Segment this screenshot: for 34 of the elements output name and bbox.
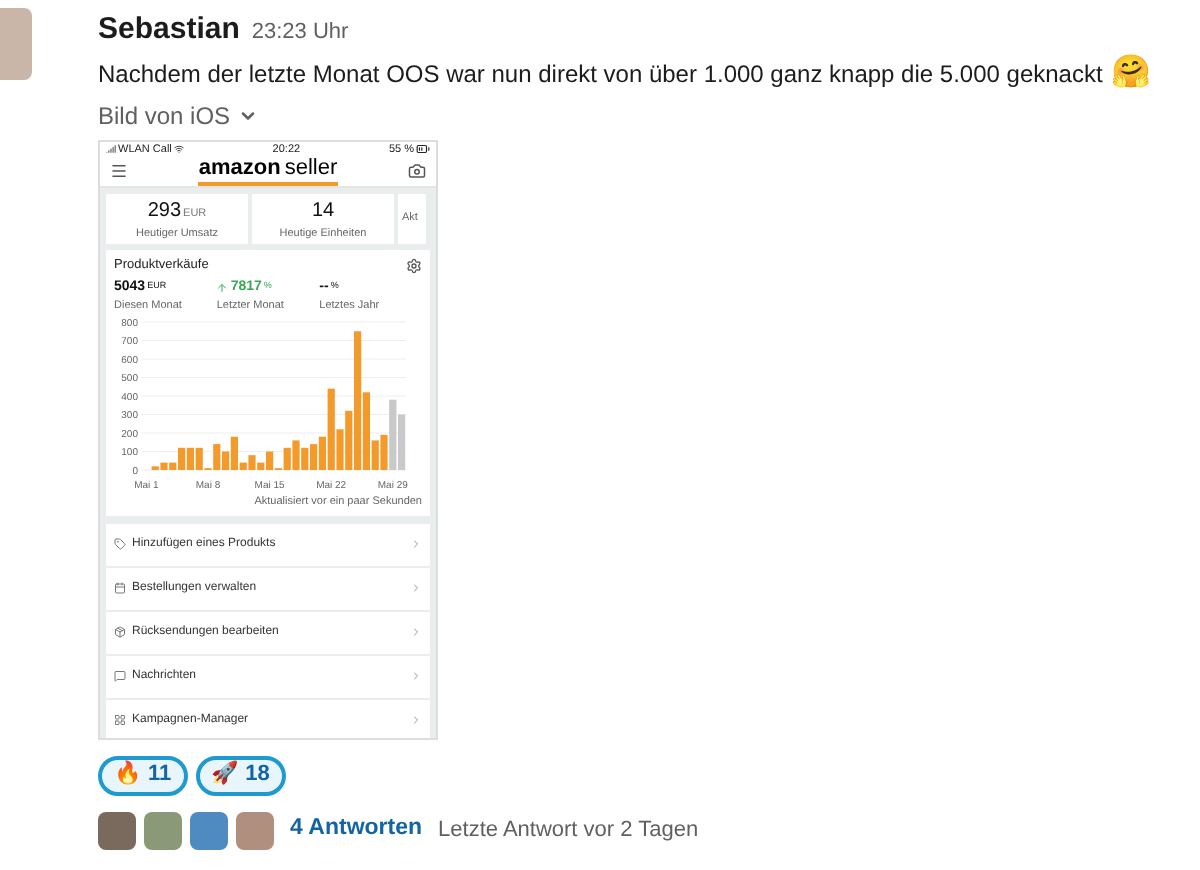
chat-icon	[114, 670, 126, 682]
chevron-icon	[410, 670, 422, 682]
chevron-icon	[410, 538, 422, 550]
avatar-photo-placeholder	[144, 811, 182, 849]
replies-link[interactable]: 4 Antworten	[290, 812, 423, 848]
reaction-pill[interactable]: 🔥 11	[98, 755, 188, 795]
tag-icon	[114, 538, 126, 550]
last-reply-note: Letzte Antwort vor 2 Tagen	[438, 815, 699, 846]
app-logo: amazon seller	[198, 157, 338, 186]
author-name[interactable]: Sebastian	[98, 8, 240, 53]
stat-value: 14	[311, 197, 335, 226]
chevron-icon	[410, 714, 422, 726]
hugging-face-emoji: 🤗	[1110, 57, 1151, 89]
chevron-icon	[410, 582, 422, 594]
attachment-toggle[interactable]: Bild von iOS	[98, 97, 259, 133]
timestamp[interactable]: 23:23 Uhr	[251, 16, 349, 49]
avatar-photo-placeholder	[236, 811, 274, 849]
calendar-icon	[114, 582, 126, 594]
stat-value: 293	[147, 197, 182, 226]
battery-icon	[416, 142, 430, 157]
grid-icon	[114, 714, 126, 726]
message-text: Nachdem der letzte Monat OOS war nun direkt von über 1.000 ganz knapp die 5.000 geknackt	[98, 57, 1103, 91]
avatar-photo-placeholder	[190, 811, 228, 849]
arrow-up-icon	[216, 281, 229, 294]
chevron-icon	[410, 626, 422, 638]
bag-icon	[114, 626, 126, 638]
reaction-pill[interactable]: 🚀 18	[195, 755, 286, 795]
avatar-photo-placeholder	[98, 811, 136, 849]
signal-icon	[106, 144, 116, 155]
camera-icon[interactable]	[407, 162, 426, 181]
menu-icon[interactable]	[110, 162, 128, 181]
wifi-icon	[173, 144, 184, 155]
settings-icon[interactable]	[406, 257, 422, 274]
phone-screenshot[interactable]	[98, 139, 438, 739]
